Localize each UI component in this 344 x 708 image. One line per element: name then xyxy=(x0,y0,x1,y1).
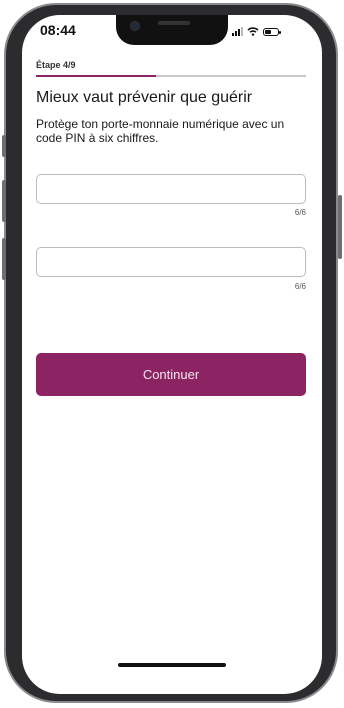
pin-confirm-input[interactable] xyxy=(36,247,306,277)
volume-down-button xyxy=(2,238,6,280)
camera-icon xyxy=(130,21,140,31)
page-title: Mieux vaut prévenir que guérir xyxy=(36,89,253,106)
battery-icon xyxy=(263,28,281,36)
home-indicator[interactable] xyxy=(118,663,226,667)
speaker-grille xyxy=(158,21,190,25)
continue-button[interactable]: Continuer xyxy=(36,353,306,396)
progress-bar xyxy=(36,75,306,77)
notch xyxy=(116,15,228,45)
signal-icon xyxy=(232,27,243,36)
status-icons xyxy=(232,24,281,36)
power-button xyxy=(338,195,342,259)
wifi-icon xyxy=(247,27,259,36)
status-time: 08:44 xyxy=(40,22,76,38)
page-subtitle: Protège ton porte-monnaie numérique avec… xyxy=(36,117,285,145)
pin-input[interactable] xyxy=(36,174,306,204)
step-label: Étape 4/9 xyxy=(36,60,76,70)
mute-switch xyxy=(2,135,6,157)
pin-input-counter: 6/6 xyxy=(294,208,306,217)
pin-confirm-counter: 6/6 xyxy=(294,282,306,291)
volume-up-button xyxy=(2,180,6,222)
progress-fill xyxy=(36,75,156,77)
